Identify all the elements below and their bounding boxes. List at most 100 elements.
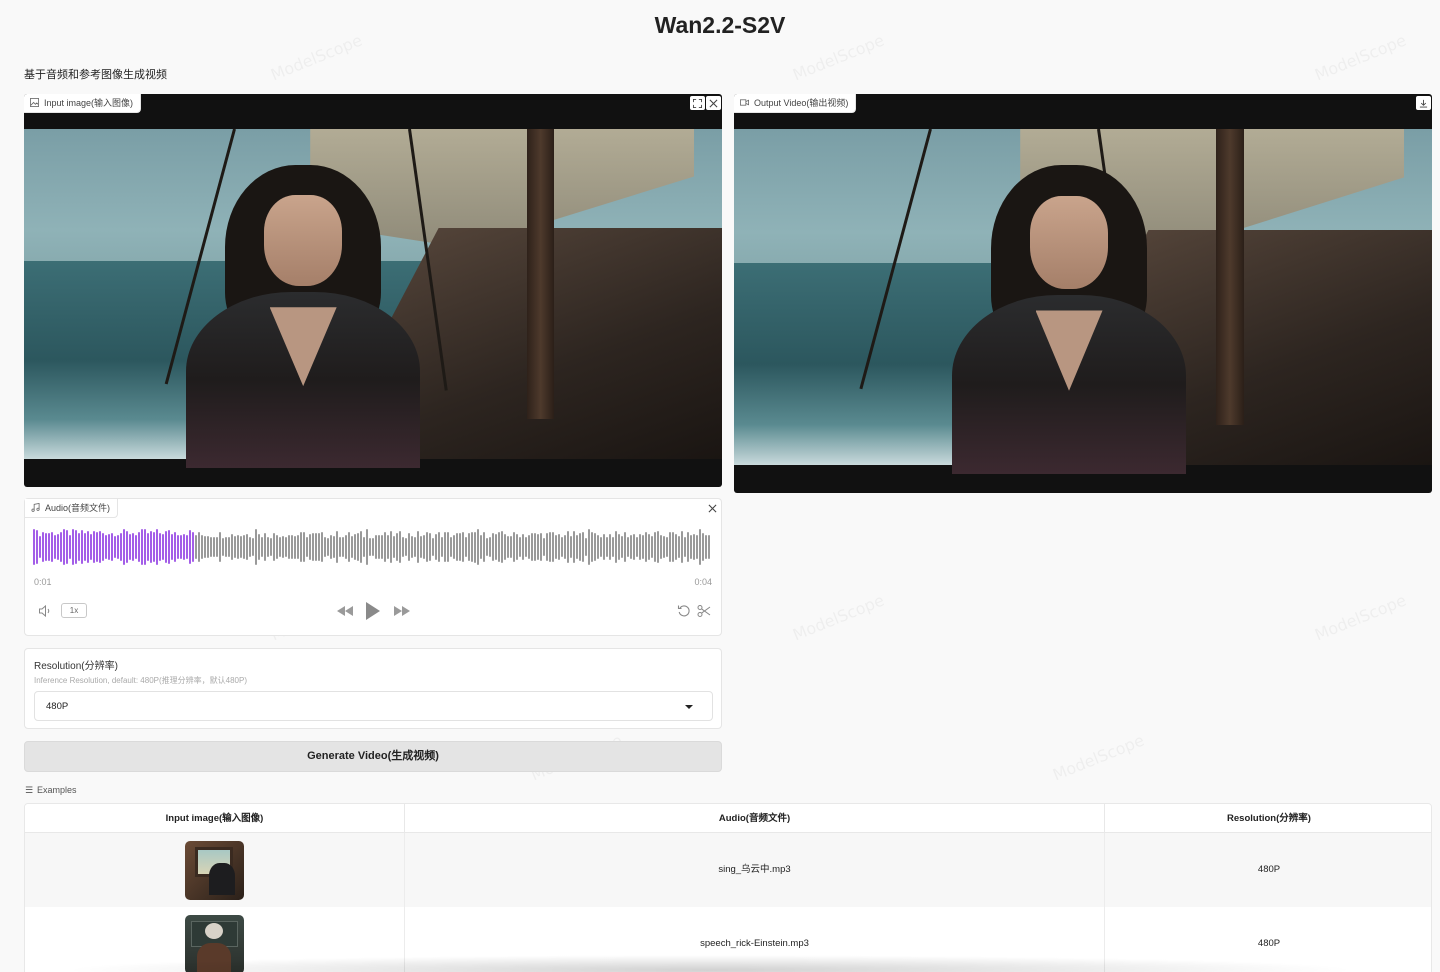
waveform-bar xyxy=(267,536,269,558)
waveform-bar xyxy=(651,536,653,558)
waveform-bar xyxy=(663,536,665,558)
waveform-bar xyxy=(108,533,110,561)
reset-button[interactable] xyxy=(676,603,692,619)
waveform-bar xyxy=(531,532,533,562)
output-video-panel[interactable]: Output Video(输出视频) xyxy=(734,94,1432,493)
trim-button[interactable] xyxy=(696,603,712,619)
waveform-bar xyxy=(39,535,41,559)
rewind-button[interactable] xyxy=(335,603,355,619)
waveform-bar xyxy=(528,534,530,560)
playback-speed-button[interactable]: 1x xyxy=(61,603,87,618)
waveform-bar xyxy=(183,533,185,561)
waveform-bar xyxy=(198,531,200,563)
waveform-bar xyxy=(465,537,467,557)
waveform-bar xyxy=(48,532,50,562)
page-subtitle: 基于音频和参考图像生成视频 xyxy=(24,69,167,81)
waveform-bar xyxy=(420,536,422,558)
audio-waveform[interactable] xyxy=(33,529,711,565)
waveform-bar xyxy=(216,537,218,557)
play-button[interactable] xyxy=(363,600,383,622)
waveform-bar xyxy=(114,536,116,558)
waveform-bar xyxy=(72,529,74,565)
generate-video-button[interactable]: Generate Video(生成视频) xyxy=(24,741,722,772)
waveform-bar xyxy=(513,531,515,563)
waveform-bar xyxy=(417,531,419,563)
waveform-bar xyxy=(222,537,224,557)
waveform-bar xyxy=(105,535,107,559)
waveform-bar xyxy=(561,536,563,558)
table-row[interactable]: speech_rick-Einstein.mp3 480P xyxy=(25,907,1431,972)
waveform-bar xyxy=(171,534,173,560)
waveform-bar xyxy=(675,533,677,561)
table-row[interactable]: sing_乌云中.mp3 480P xyxy=(25,833,1431,907)
waveform-bar xyxy=(540,533,542,561)
example-resolution-cell[interactable]: 480P xyxy=(1105,833,1431,907)
waveform-bar xyxy=(144,529,146,565)
clear-image-button[interactable] xyxy=(706,96,721,110)
play-icon xyxy=(366,602,380,620)
waveform-bar xyxy=(138,531,140,563)
resolution-info: Inference Resolution, default: 480P(推理分辨… xyxy=(34,676,247,685)
waveform-bar xyxy=(672,532,674,562)
waveform-bar xyxy=(150,530,152,564)
waveform-bar xyxy=(336,531,338,563)
list-icon: ☰ xyxy=(25,785,34,795)
page-title: Wan2.2-S2V xyxy=(654,12,786,38)
example-image-cell[interactable] xyxy=(25,833,405,907)
waveform-bar xyxy=(54,534,56,560)
waveform-bar xyxy=(453,534,455,560)
waveform-bar xyxy=(102,533,104,561)
waveform-bar xyxy=(234,536,236,558)
waveform-bar xyxy=(339,537,341,557)
waveform-bar xyxy=(228,537,230,557)
waveform-bar xyxy=(567,531,569,563)
video-icon xyxy=(740,99,749,106)
waveform-bar xyxy=(36,529,38,565)
example-audio-cell[interactable]: sing_乌云中.mp3 xyxy=(405,833,1105,907)
waveform-bar xyxy=(423,534,425,560)
waveform-bar xyxy=(402,537,404,557)
example-audio-cell[interactable]: speech_rick-Einstein.mp3 xyxy=(405,907,1105,972)
column-resolution: Resolution(分辨率) xyxy=(1227,813,1311,824)
input-image-tag: Input image(输入图像) xyxy=(24,94,142,113)
waveform-bar xyxy=(546,532,548,562)
waveform-bar xyxy=(450,536,452,558)
waveform-bar xyxy=(78,532,80,562)
chevron-down-icon xyxy=(685,705,693,709)
examples-table: Input image(输入图像) Audio(音频文件) Resolution… xyxy=(24,803,1432,972)
waveform-bar xyxy=(366,529,368,565)
example-resolution-cell[interactable]: 480P xyxy=(1105,907,1431,972)
input-image-panel[interactable]: Input image(输入图像) xyxy=(24,94,722,487)
waveform-bar xyxy=(699,529,701,565)
audio-label: Audio(音频文件) xyxy=(45,503,111,513)
resolution-value: 480P xyxy=(46,701,69,712)
waveform-bar xyxy=(276,534,278,560)
waveform-bar xyxy=(432,537,434,557)
waveform-bar xyxy=(618,533,620,561)
waveform-bar xyxy=(147,532,149,562)
fullscreen-button[interactable] xyxy=(690,96,705,110)
example-thumbnail[interactable] xyxy=(185,915,244,972)
waveform-bar xyxy=(375,534,377,560)
volume-button[interactable] xyxy=(37,603,53,619)
waveform-bar xyxy=(318,532,320,562)
output-video-player[interactable] xyxy=(734,128,1432,475)
waveform-bar xyxy=(480,534,482,560)
column-audio: Audio(音频文件) xyxy=(405,804,1105,833)
audio-panel[interactable]: Audio(音频文件) 0:01 0:04 1x xyxy=(24,498,722,636)
forward-button[interactable] xyxy=(392,603,412,619)
waveform-bar xyxy=(384,531,386,563)
waveform-bar xyxy=(429,532,431,562)
waveform-bar xyxy=(555,534,557,560)
clear-audio-button[interactable] xyxy=(705,501,720,515)
waveform-bar xyxy=(177,535,179,559)
waveform-bar xyxy=(537,534,539,560)
waveform-bar xyxy=(252,537,254,557)
resolution-dropdown[interactable]: 480P xyxy=(34,691,713,721)
waveform-bar xyxy=(90,533,92,561)
example-image-cell[interactable] xyxy=(25,907,405,972)
waveform-bar xyxy=(696,534,698,560)
download-button[interactable] xyxy=(1416,96,1431,110)
input-image-label: Input image(输入图像) xyxy=(44,98,134,108)
example-thumbnail[interactable] xyxy=(185,841,244,900)
